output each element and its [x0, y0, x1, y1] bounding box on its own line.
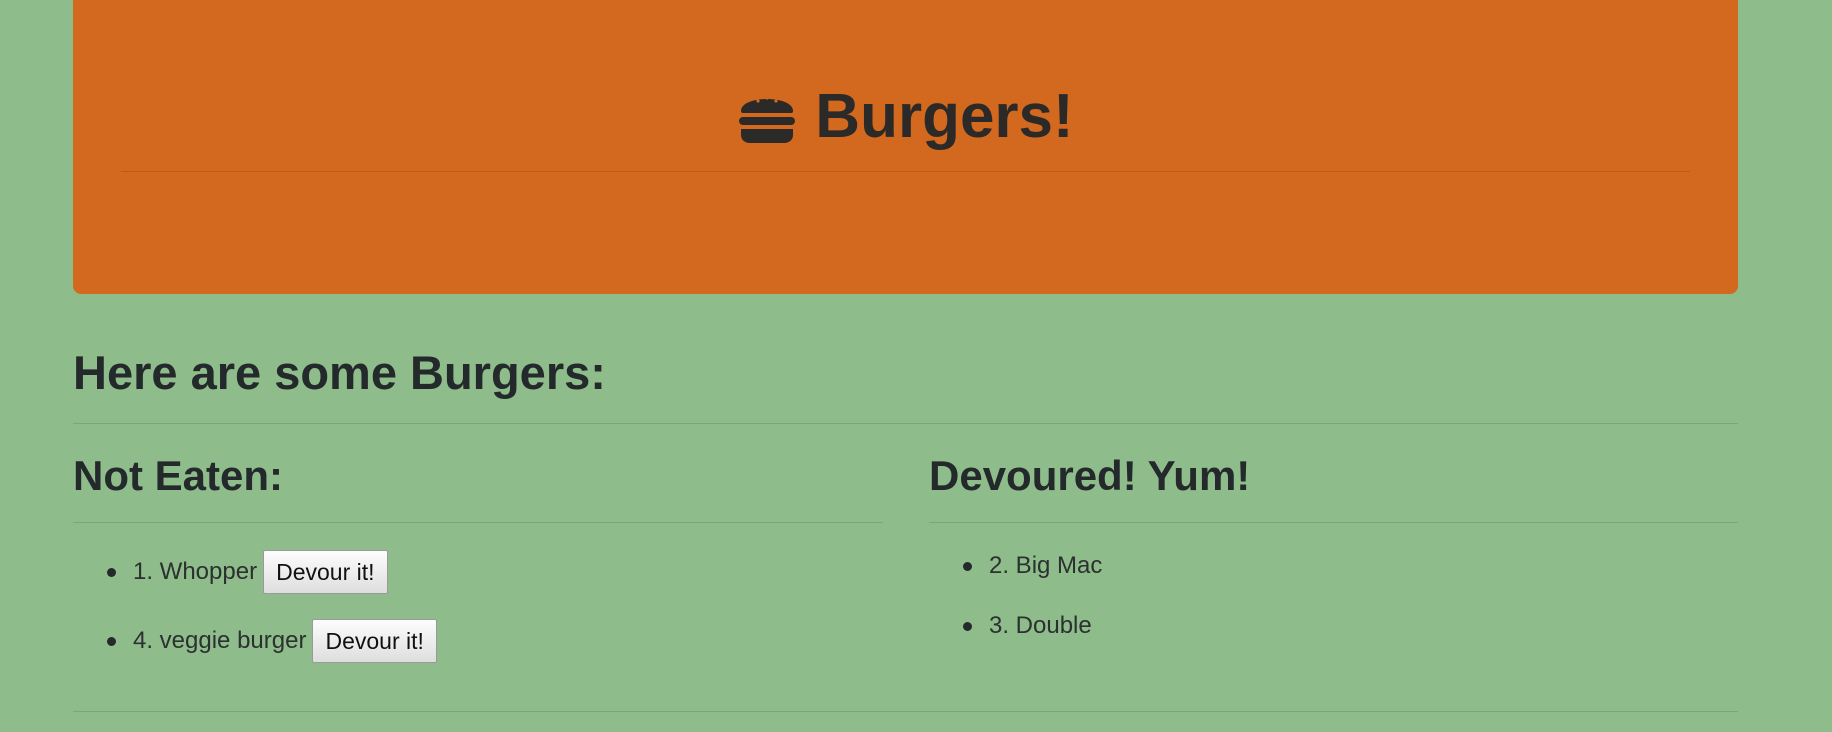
section-divider: [73, 423, 1738, 424]
burgers-section-heading: Here are some Burgers:: [73, 346, 606, 399]
hamburger-icon: [739, 96, 796, 143]
not-eaten-column: Not Eaten: 1. Whopper Devour it! 4. vegg…: [73, 448, 883, 663]
header-divider: [121, 171, 1690, 172]
burger-name: 2. Big Mac: [989, 552, 1103, 579]
header-title-row: Burgers!: [73, 78, 1738, 156]
burger-name: 4. veggie burger: [133, 627, 307, 654]
devour-button[interactable]: Devour it!: [263, 550, 388, 594]
devour-button[interactable]: Devour it!: [312, 619, 437, 663]
not-eaten-list: 1. Whopper Devour it! 4. veggie burger D…: [73, 550, 437, 688]
devoured-column: Devoured! Yum! 2. Big Mac 3. Double: [929, 448, 1738, 639]
jumbotron-header: Burgers!: [73, 0, 1738, 294]
page-title: Burgers!: [815, 82, 1074, 151]
burger-name: 1. Whopper: [133, 558, 258, 585]
list-item: 2. Big Mac: [962, 548, 1103, 584]
list-item: 1. Whopper Devour it!: [107, 550, 437, 594]
devoured-divider: [929, 522, 1738, 523]
devoured-list: 2. Big Mac 3. Double: [929, 548, 1102, 668]
devoured-heading: Devoured! Yum!: [929, 452, 1251, 499]
list-item: 3. Double: [962, 608, 1102, 644]
list-item: 4. veggie burger Devour it!: [107, 619, 437, 663]
not-eaten-heading: Not Eaten:: [73, 452, 283, 499]
page-container: Burgers! Here are some Burgers: Not Eate…: [73, 0, 1738, 712]
burger-name: 3. Double: [989, 612, 1092, 639]
bottom-divider: [73, 711, 1738, 712]
not-eaten-divider: [73, 522, 883, 523]
